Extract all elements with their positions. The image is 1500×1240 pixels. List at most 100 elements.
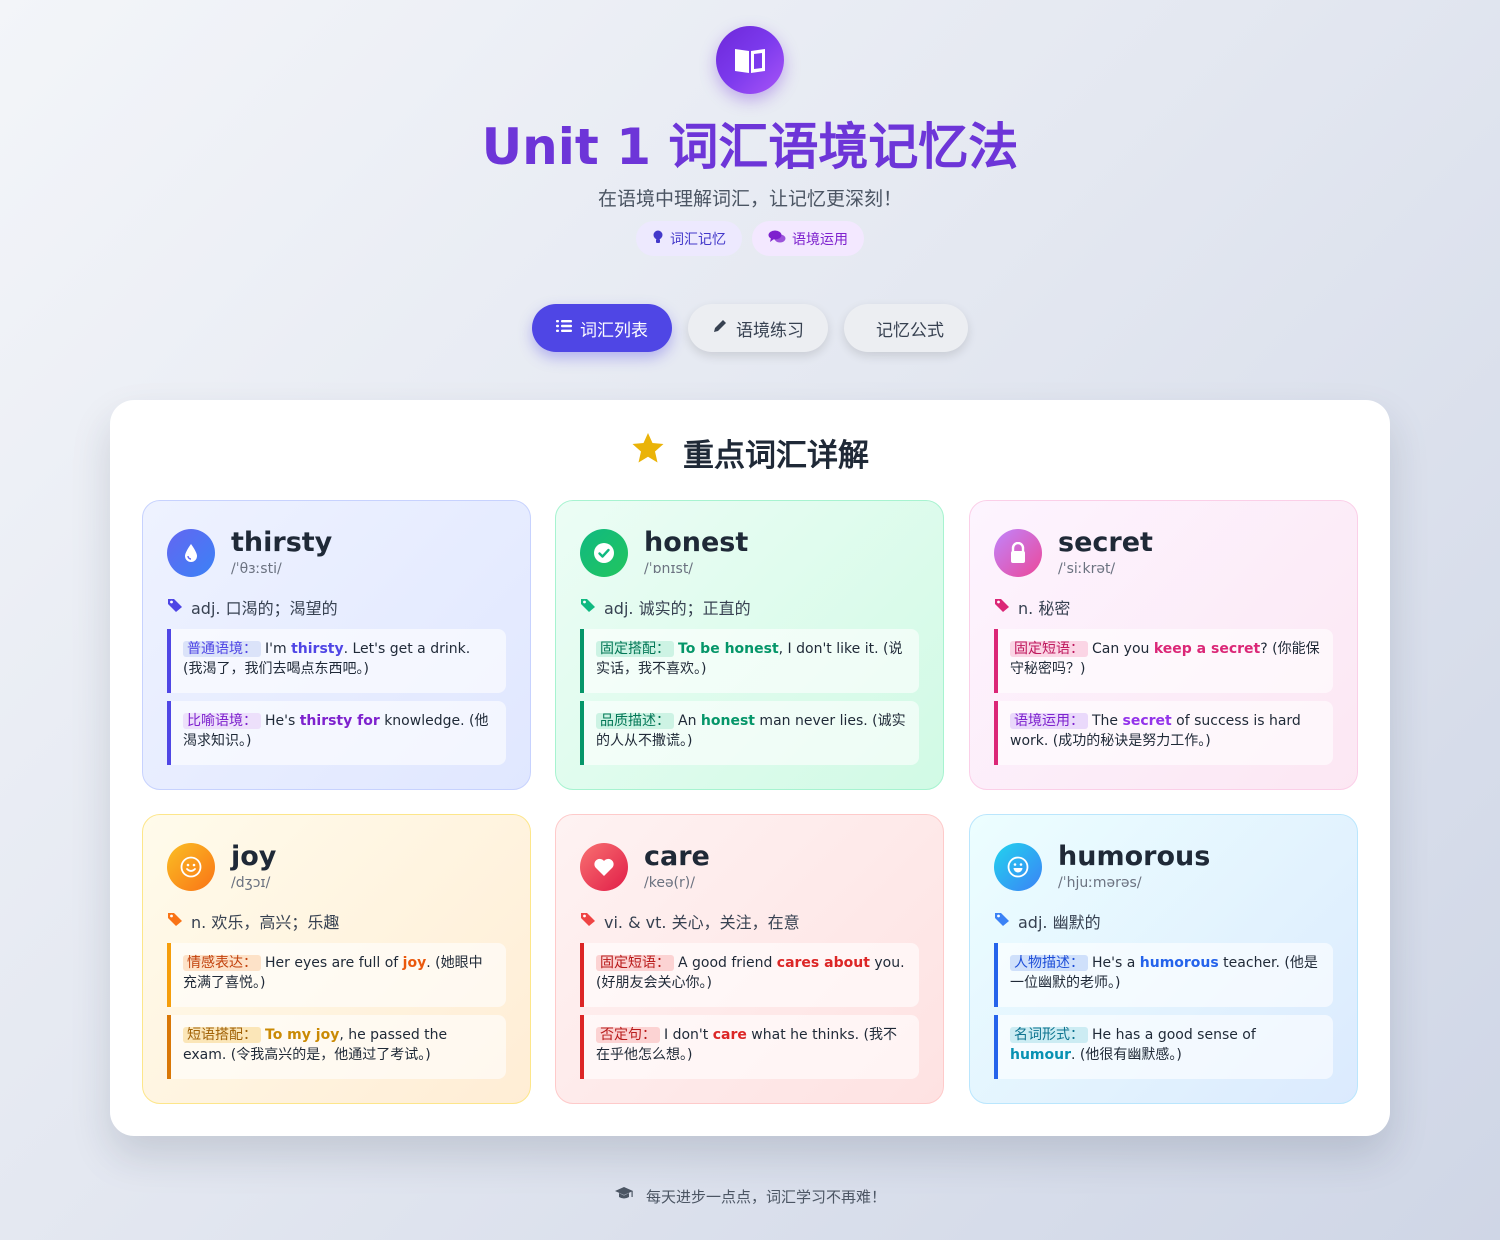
word-title: thirsty: [231, 527, 333, 558]
example-sentence: 固定搭配： To be honest, I don't like it. (说实话…: [580, 629, 919, 693]
word-card-secret: secret /ˈsiːkrət/ n. 秘密 固定短语： Can you kee…: [969, 500, 1358, 790]
example-label: 名词形式：: [1010, 1027, 1088, 1043]
list-icon: [556, 318, 572, 338]
example-label: 固定短语：: [596, 955, 674, 971]
example-sentence: 短语搭配： To my joy, he passed the exam. (令我高…: [167, 1015, 506, 1079]
example-label: 人物描述：: [1010, 955, 1088, 971]
example-label: 语境运用：: [1010, 713, 1088, 729]
word-phonetic: /dʒɔɪ/: [231, 875, 271, 891]
check-circle-icon: [580, 529, 628, 577]
example-text: I don't: [664, 1027, 713, 1043]
example-text: I'm: [265, 641, 292, 657]
example-highlight: secret: [1122, 713, 1172, 729]
example-label: 比喻语境：: [183, 713, 261, 729]
tag-label: 词汇记忆: [670, 231, 726, 248]
word-phonetic: /ˈɒnɪst/: [644, 561, 694, 577]
star-icon: [631, 432, 665, 472]
panel-title: 重点词汇详解: [683, 437, 869, 474]
word-card-care: care /keə(r)/ vi. & vt. 关心，关注，在意 固定短语： A …: [555, 814, 944, 1104]
example-highlight: honest: [700, 713, 755, 729]
example-text: A good friend: [678, 955, 777, 971]
word-card-honest: honest /ˈɒnɪst/ adj. 诚实的；正直的 固定搭配： To be …: [555, 500, 944, 790]
main-nav: 词汇列表 语境练习 记忆公式: [0, 304, 1500, 352]
example-highlight: care: [712, 1027, 747, 1043]
graduation-cap-icon: [614, 1186, 634, 1206]
word-card-thirsty: thirsty /ˈθɜːsti/ adj. 口渴的；渴望的 普通语境： I'm …: [142, 500, 531, 790]
page-subtitle: 在语境中理解词汇，让记忆更深刻！: [597, 188, 902, 210]
example-sentence: 语境运用： The secret of success is hard work.…: [994, 701, 1333, 765]
tag-context-usage: 语境运用: [752, 221, 864, 256]
tab-context-practice[interactable]: 语境练习: [688, 304, 828, 352]
example-highlight: joy: [402, 955, 427, 971]
word-meaning: adj. 诚实的；正直的: [604, 599, 751, 618]
example-text: Can you: [1092, 641, 1154, 657]
word-meaning-row: vi. & vt. 关心，关注，在意: [580, 909, 800, 933]
droplet-icon: [167, 529, 215, 577]
lock-icon: [994, 529, 1042, 577]
example-highlight: thirsty: [291, 641, 344, 657]
word-title: secret: [1058, 527, 1153, 558]
tag-icon: [167, 597, 183, 617]
example-label: 否定句：: [596, 1027, 660, 1043]
tag-vocab-memory: 词汇记忆: [636, 221, 742, 256]
example-label: 情感表达：: [183, 955, 261, 971]
example-text: He's: [265, 713, 300, 729]
word-meaning: adj. 幽默的: [1018, 913, 1101, 932]
smile-icon: [167, 843, 215, 891]
page-footer: 每天进步一点点，词汇学习不再难！: [0, 1184, 1500, 1208]
word-title: care: [644, 841, 710, 872]
word-phonetic: /ˈsiːkrət/: [1058, 561, 1116, 577]
example-highlight: To be honest: [678, 641, 779, 657]
heart-icon: [580, 843, 628, 891]
example-highlight: cares about: [776, 955, 870, 971]
chat-bubbles-icon: [768, 230, 786, 248]
tag-label: 语境运用: [792, 231, 848, 248]
example-text: . (他很有幽默感。): [1071, 1047, 1182, 1063]
example-highlight: To my joy: [265, 1027, 340, 1043]
tab-vocab-list[interactable]: 词汇列表: [532, 304, 672, 352]
lightbulb-icon: [652, 230, 664, 248]
book-icon: [716, 26, 784, 94]
example-label: 普通语境：: [183, 641, 261, 657]
example-label: 品质描述：: [596, 713, 674, 729]
example-sentence: 名词形式： He has a good sense of humour. (他很有…: [994, 1015, 1333, 1079]
word-meaning: n. 秘密: [1018, 599, 1071, 618]
example-sentence: 人物描述： He's a humorous teacher. (他是一位幽默的老师…: [994, 943, 1333, 1007]
page-title: Unit 1 词汇语境记忆法: [481, 118, 1019, 176]
example-text: Her eyes are full of: [265, 955, 403, 971]
laugh-icon: [994, 843, 1042, 891]
word-meaning-row: adj. 口渴的；渴望的: [167, 595, 338, 619]
word-card-joy: joy /dʒɔɪ/ n. 欢乐，高兴；乐趣 情感表达： Her eyes are…: [142, 814, 531, 1104]
example-text: He's a: [1092, 955, 1140, 971]
tab-memory-formula[interactable]: 记忆公式: [844, 304, 968, 352]
tag-icon: [167, 911, 183, 931]
word-meaning-row: adj. 诚实的；正直的: [580, 595, 751, 619]
example-label: 固定短语：: [1010, 641, 1088, 657]
word-meaning: adj. 口渴的；渴望的: [191, 599, 338, 618]
example-text: He has a good sense of: [1092, 1027, 1256, 1043]
word-title: honest: [644, 527, 749, 558]
word-phonetic: /keə(r)/: [644, 875, 695, 891]
example-label: 固定搭配：: [596, 641, 674, 657]
tab-label: 记忆公式: [876, 320, 944, 341]
tab-label: 词汇列表: [580, 320, 648, 341]
tag-icon: [580, 911, 596, 931]
example-highlight: humour: [1010, 1047, 1072, 1063]
example-sentence: 品质描述： An honest man never lies. (诚实的人从不撒谎…: [580, 701, 919, 765]
panel-title-row: 重点词汇详解: [110, 430, 1390, 474]
example-sentence: 情感表达： Her eyes are full of joy. (她眼中充满了喜悦…: [167, 943, 506, 1007]
example-sentence: 固定短语： A good friend cares about you. (好朋友…: [580, 943, 919, 1007]
example-text: The: [1092, 713, 1123, 729]
word-meaning-row: n. 秘密: [994, 595, 1070, 619]
word-meaning-row: adj. 幽默的: [994, 909, 1101, 933]
tag-icon: [994, 911, 1010, 931]
word-phonetic: /ˈhjuːmərəs/: [1058, 875, 1142, 891]
tag-row: 词汇记忆 语境运用: [0, 221, 1500, 256]
example-highlight: humorous: [1139, 955, 1219, 971]
word-phonetic: /ˈθɜːsti/: [231, 561, 282, 577]
example-sentence: 普通语境： I'm thirsty. Let's get a drink. (我渴…: [167, 629, 506, 693]
word-meaning: vi. & vt. 关心，关注，在意: [604, 913, 800, 932]
example-highlight: thirsty for: [299, 713, 380, 729]
word-title: joy: [231, 841, 277, 872]
word-meaning: n. 欢乐，高兴；乐趣: [191, 913, 340, 932]
